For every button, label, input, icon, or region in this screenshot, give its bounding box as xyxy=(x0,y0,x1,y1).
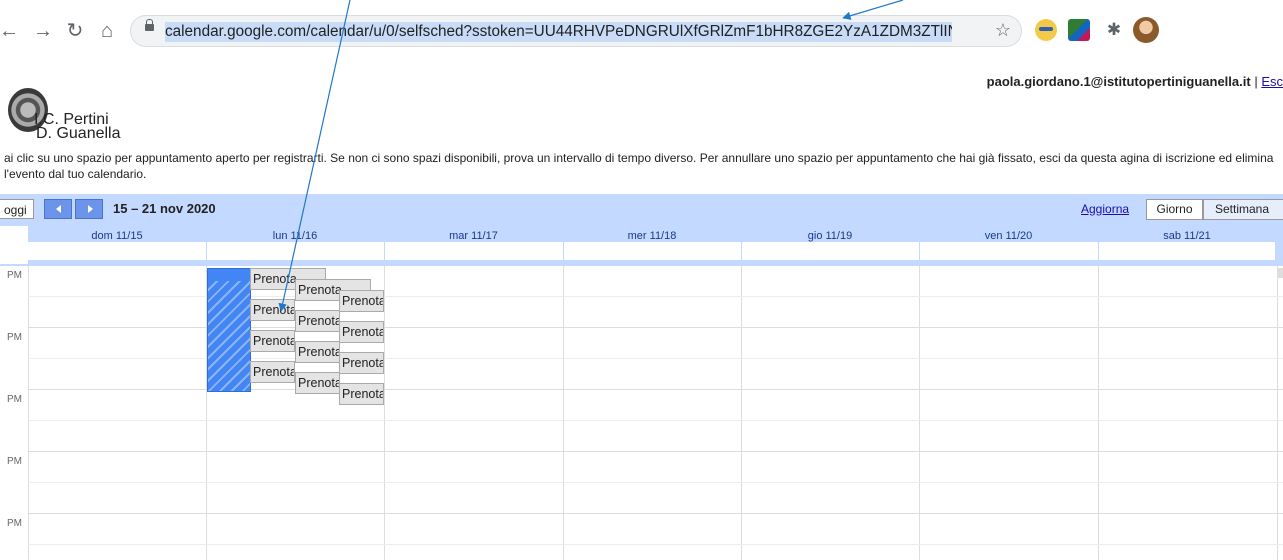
back-arrow-icon[interactable]: ← xyxy=(0,18,22,44)
scrollbar[interactable] xyxy=(1278,268,1283,278)
user-email: paola.giordano.1@istitutopertiniguanella… xyxy=(986,74,1251,89)
time-label: PM xyxy=(7,270,22,281)
date-range: 15 – 21 nov 2020 xyxy=(113,201,216,216)
column-divider xyxy=(741,266,742,560)
appointment-slot[interactable]: Prenota xyxy=(295,310,340,332)
prev-week-button[interactable] xyxy=(44,199,72,219)
day-header: mer 11/18 xyxy=(627,230,677,242)
view-week-button[interactable]: Settimana xyxy=(1203,199,1283,220)
half-hour-line xyxy=(28,482,1283,483)
hour-line xyxy=(28,513,1283,514)
time-label: PM xyxy=(7,518,22,529)
column-divider xyxy=(384,242,385,260)
separator: | xyxy=(1254,74,1258,89)
time-label: PM xyxy=(7,394,22,405)
day-header: ven 11/20 xyxy=(984,230,1033,242)
appointment-slot[interactable]: Prenota xyxy=(250,330,295,352)
view-day-button[interactable]: Giorno xyxy=(1146,199,1203,220)
column-divider xyxy=(919,242,920,260)
day-header: dom 11/15 xyxy=(91,230,143,242)
forward-arrow-icon[interactable]: → xyxy=(30,18,56,44)
day-header: mar 11/17 xyxy=(449,230,498,242)
time-label: PM xyxy=(7,332,22,343)
column-divider xyxy=(563,242,564,260)
star-icon[interactable]: ☆ xyxy=(995,20,1011,41)
profile-avatar[interactable] xyxy=(1133,17,1159,43)
half-hour-line xyxy=(28,420,1283,421)
extension-icon[interactable] xyxy=(1068,19,1090,41)
browser-toolbar: ← → ↻ ⌂ calendar.google.com/calendar/u/0… xyxy=(0,0,1283,64)
appointment-slot[interactable]: Prenota xyxy=(250,299,295,321)
appointment-slot[interactable]: Prenota xyxy=(295,372,340,394)
day-header: gio 11/19 xyxy=(807,230,853,242)
home-icon[interactable]: ⌂ xyxy=(94,18,120,44)
column-divider xyxy=(384,266,385,560)
hour-line xyxy=(28,451,1283,452)
address-bar[interactable]: calendar.google.com/calendar/u/0/selfsch… xyxy=(130,15,1022,47)
appointment-slot[interactable]: Prenota xyxy=(339,321,384,343)
extension-icon[interactable] xyxy=(1035,19,1057,41)
column-divider xyxy=(919,266,920,560)
column-divider xyxy=(1098,242,1099,260)
appointment-slot[interactable]: Prenota xyxy=(250,361,295,383)
refresh-link[interactable]: Aggiorna xyxy=(1081,202,1129,216)
logout-link[interactable]: Esc xyxy=(1261,74,1283,89)
appointment-slot[interactable]: Prenota xyxy=(339,352,384,374)
lock-icon xyxy=(145,19,154,31)
half-hour-line xyxy=(28,544,1283,545)
column-divider xyxy=(741,242,742,260)
all-day-row xyxy=(28,242,1275,260)
next-week-button[interactable] xyxy=(75,199,103,219)
url-text[interactable]: calendar.google.com/calendar/u/0/selfsch… xyxy=(165,22,952,42)
day-header: lun 11/16 xyxy=(272,230,318,242)
column-divider xyxy=(1277,266,1278,560)
instructions-text: ai clic su uno spazio per appuntamento a… xyxy=(4,151,1274,181)
appointment-slot[interactable]: Prenota xyxy=(295,341,340,363)
week-grid[interactable]: PM PM PM PM PM xyxy=(0,266,1283,560)
day-header: sab 11/21 xyxy=(1163,230,1211,242)
calendar-toolbar: oggi 15 – 21 nov 2020 Aggiorna Giorno Se… xyxy=(0,194,1283,226)
reload-icon[interactable]: ↻ xyxy=(62,18,88,44)
column-divider xyxy=(563,266,564,560)
appointment-slot[interactable]: Prenota xyxy=(339,290,384,312)
user-bar: paola.giordano.1@istitutopertiniguanella… xyxy=(987,74,1283,89)
appointment-slot[interactable]: Prenota xyxy=(339,383,384,405)
puzzle-icon[interactable]: ✱ xyxy=(1103,19,1125,41)
column-divider xyxy=(28,266,29,560)
org-name-line2: D. Guanella xyxy=(36,125,121,142)
column-divider xyxy=(206,242,207,260)
today-button[interactable]: oggi xyxy=(0,199,34,219)
time-label: PM xyxy=(7,456,22,467)
column-divider xyxy=(1098,266,1099,560)
busy-block xyxy=(207,268,251,392)
